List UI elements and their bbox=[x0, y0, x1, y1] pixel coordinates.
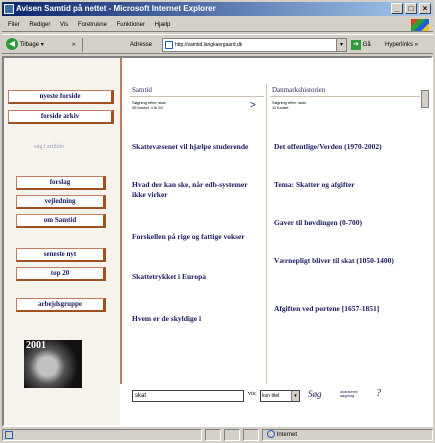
links-button[interactable]: Hyperlinks » bbox=[385, 38, 418, 52]
logo-2001-image: 2001 bbox=[24, 340, 82, 388]
window-title: Avisen Samtid på nettet - Microsoft Inte… bbox=[16, 4, 216, 13]
maximize-button[interactable]: □ bbox=[405, 3, 417, 14]
article-link[interactable]: Forskellen på rige og fattige vokser bbox=[132, 232, 260, 242]
menu-bar: Filer Rediger Vis Foretrukne Funktioner … bbox=[2, 18, 433, 32]
go-button[interactable]: ➜ Gå bbox=[351, 38, 371, 52]
status-pane bbox=[243, 429, 259, 441]
samtid-search-info: Søgning efter: skat. 45 fundet. 1 til 20 bbox=[132, 100, 167, 110]
search-bar: skat vis: kun titel ▾ Søg avanceret søgn… bbox=[120, 388, 431, 406]
scope-select[interactable]: kun titel ▾ bbox=[260, 390, 300, 402]
toolbar-separator bbox=[82, 38, 87, 52]
menu-tools[interactable]: Funktioner bbox=[117, 22, 145, 28]
scrollbar-thumb[interactable] bbox=[421, 90, 429, 108]
article-link[interactable]: Det offentlige/Verden (1970-2002) bbox=[274, 142, 414, 152]
status-pane bbox=[224, 429, 240, 441]
left-nav: nyeste forside forside arkiv søg i artik… bbox=[4, 58, 120, 425]
article-link[interactable]: Tema: Skatter og afgifter bbox=[274, 180, 414, 190]
close-button[interactable]: × bbox=[419, 3, 431, 14]
browser-window: Avisen Samtid på nettet - Microsoft Inte… bbox=[0, 0, 435, 443]
page-icon bbox=[165, 41, 173, 49]
vis-label: vis: bbox=[248, 391, 257, 397]
windows-logo-icon bbox=[411, 19, 429, 31]
history-search-info: Søgning efter: skat. 11 fundet. bbox=[272, 100, 307, 110]
globe-icon bbox=[267, 430, 275, 439]
zone-label: Internet bbox=[276, 432, 298, 438]
back-button[interactable]: ◀ Tilbage ▾ bbox=[6, 38, 44, 52]
address-field[interactable]: http://samtid.langkaergaard.dk ▾ bbox=[162, 38, 347, 52]
go-label: Gå bbox=[362, 42, 371, 48]
back-label: Tilbage bbox=[19, 42, 40, 48]
next-page-arrow-icon[interactable]: > bbox=[250, 100, 256, 111]
help-link[interactable]: ? bbox=[376, 388, 381, 399]
page-content: nyeste forside forside arkiv søg i artik… bbox=[2, 56, 433, 427]
nav-divider bbox=[120, 58, 122, 384]
status-zone: Internet bbox=[262, 429, 433, 441]
menu-help[interactable]: Hjælp bbox=[155, 22, 171, 28]
nav-workgroup[interactable]: arbejdsgruppe bbox=[16, 298, 106, 312]
column-separator bbox=[266, 84, 267, 384]
go-arrow-icon: ➜ bbox=[351, 40, 361, 50]
status-bar: Internet bbox=[2, 429, 433, 441]
search-button[interactable]: Søg bbox=[308, 389, 322, 399]
nav-search-articles[interactable]: søg i artikler bbox=[34, 144, 64, 150]
logo-text: 2001 bbox=[26, 340, 46, 351]
status-page-icon bbox=[2, 429, 202, 441]
menu-edit[interactable]: Rediger bbox=[29, 22, 50, 28]
address-value: http://samtid.langkaergaard.dk bbox=[175, 42, 243, 48]
status-pane bbox=[205, 429, 221, 441]
nav-front-archive[interactable]: forside arkiv bbox=[8, 110, 114, 124]
menu-file[interactable]: Filer bbox=[8, 22, 20, 28]
column-heading-samtid: Samtid bbox=[130, 84, 264, 97]
article-link[interactable]: Skattetrykket i Europa bbox=[132, 272, 260, 282]
menu-favorites[interactable]: Foretrukne bbox=[78, 22, 107, 28]
nav-latest-news[interactable]: seneste nyt bbox=[16, 248, 106, 262]
column-heading-history: Danmarkshistorien bbox=[270, 84, 420, 97]
article-link[interactable]: Skattevæsenet vil hjælpe studerende bbox=[132, 142, 260, 152]
title-bar: Avisen Samtid på nettet - Microsoft Inte… bbox=[2, 2, 433, 16]
menu-view[interactable]: Vis bbox=[60, 22, 68, 28]
ie-icon bbox=[4, 4, 14, 14]
article-link[interactable]: Gaver til høvdingen (0-700) bbox=[274, 218, 414, 228]
nav-about[interactable]: om Samtid bbox=[16, 214, 106, 228]
address-dropdown-icon[interactable]: ▾ bbox=[336, 39, 346, 51]
toolbar: ◀ Tilbage ▾ » Adresse http://samtid.lang… bbox=[2, 34, 433, 54]
scope-dropdown-icon: ▾ bbox=[291, 391, 299, 401]
nav-guide[interactable]: vejledning bbox=[16, 195, 106, 209]
nav-suggestion[interactable]: forslag bbox=[16, 176, 106, 190]
address-label: Adresse bbox=[130, 42, 153, 48]
minimize-button[interactable]: _ bbox=[391, 3, 403, 14]
article-link[interactable]: Afgiften ved portene [1657-1851] bbox=[274, 304, 414, 314]
nav-latest-front[interactable]: nyeste forside bbox=[8, 90, 114, 104]
nav-top20[interactable]: top 20 bbox=[16, 267, 106, 281]
history-search-line2: 11 fundet. bbox=[272, 105, 290, 110]
search-input[interactable]: skat bbox=[132, 390, 244, 402]
advanced-search-link[interactable]: avanceret søgning bbox=[340, 390, 370, 398]
links-label: Hyperlinks bbox=[385, 42, 414, 48]
article-link[interactable]: Hvad der kan ske, når edb-systemer ikke … bbox=[132, 180, 260, 200]
samtid-search-line2: 45 fundet. 1 til 20 bbox=[132, 105, 163, 110]
article-link[interactable]: Værnepligt bliver til skat (1050-1400) bbox=[274, 256, 414, 266]
article-link[interactable]: Hvem er de skyldige i bbox=[132, 314, 260, 324]
back-arrow-icon: ◀ bbox=[6, 38, 18, 51]
scope-value: kun titel bbox=[262, 393, 280, 399]
toolbar-overflow-icon[interactable]: » bbox=[72, 38, 75, 52]
